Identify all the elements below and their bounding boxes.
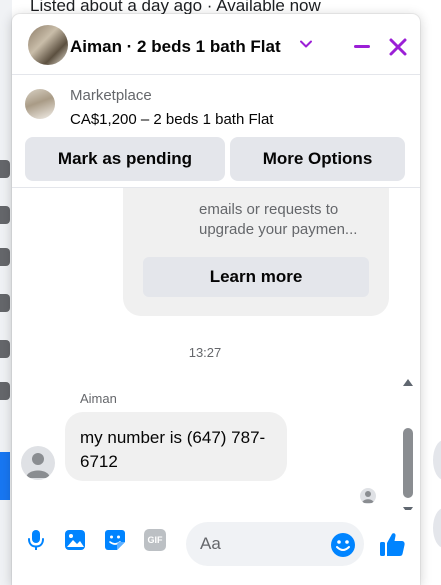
scroll-down-arrow[interactable] xyxy=(402,506,414,510)
gif-icon[interactable]: GIF xyxy=(143,528,167,552)
person-icon xyxy=(26,453,50,478)
message-list[interactable]: emails or requests to upgrade your payme… xyxy=(12,188,420,510)
listing-source: Marketplace xyxy=(70,87,152,104)
listing-price-title[interactable]: CA$1,200 – 2 beds 1 bath Flat xyxy=(70,111,273,128)
person-icon xyxy=(362,491,374,503)
gif-label: GIF xyxy=(144,529,166,551)
sender-avatar[interactable] xyxy=(21,446,55,480)
thumbs-up-icon[interactable] xyxy=(378,530,406,558)
system-message-text: emails or requests to upgrade your payme… xyxy=(199,201,358,238)
message-text: my number is (647) 787-6712 xyxy=(80,428,266,471)
mark-as-pending-button[interactable]: Mark as pending xyxy=(25,137,225,181)
background-circle xyxy=(433,508,441,548)
chevron-down-icon[interactable] xyxy=(298,36,314,52)
chat-header[interactable]: Aiman · 2 beds 1 bath Flat xyxy=(12,14,420,75)
photo-icon[interactable] xyxy=(63,528,87,552)
more-options-button[interactable]: More Options xyxy=(230,137,405,181)
close-icon[interactable] xyxy=(385,34,411,60)
background-icon xyxy=(0,248,10,266)
scroll-up-arrow[interactable] xyxy=(402,377,414,387)
sticker-icon[interactable] xyxy=(103,528,127,552)
conversation-avatar[interactable] xyxy=(28,25,68,65)
sender-name: Aiman xyxy=(80,391,117,406)
background-icon xyxy=(0,206,10,224)
background-icon xyxy=(0,382,10,400)
background-icon xyxy=(0,294,10,312)
listing-thumbnail[interactable] xyxy=(25,89,55,119)
emoji-icon[interactable] xyxy=(330,532,356,558)
chat-window: Aiman · 2 beds 1 bath Flat Marketplace C… xyxy=(12,14,420,585)
conversation-title[interactable]: Aiman · 2 beds 1 bath Flat xyxy=(70,37,281,57)
seen-indicator-avatar xyxy=(360,488,376,504)
background-circle xyxy=(433,440,441,480)
background-button xyxy=(0,452,10,500)
listing-panel: Marketplace CA$1,200 – 2 beds 1 bath Fla… xyxy=(12,75,420,188)
message-timestamp: 13:27 xyxy=(188,345,222,360)
background-icon xyxy=(0,340,10,358)
microphone-icon[interactable] xyxy=(24,528,48,552)
background-icon xyxy=(0,160,10,178)
minimize-icon[interactable] xyxy=(351,35,373,57)
learn-more-button[interactable]: Learn more xyxy=(143,257,369,297)
scrollbar-thumb[interactable] xyxy=(403,428,413,498)
